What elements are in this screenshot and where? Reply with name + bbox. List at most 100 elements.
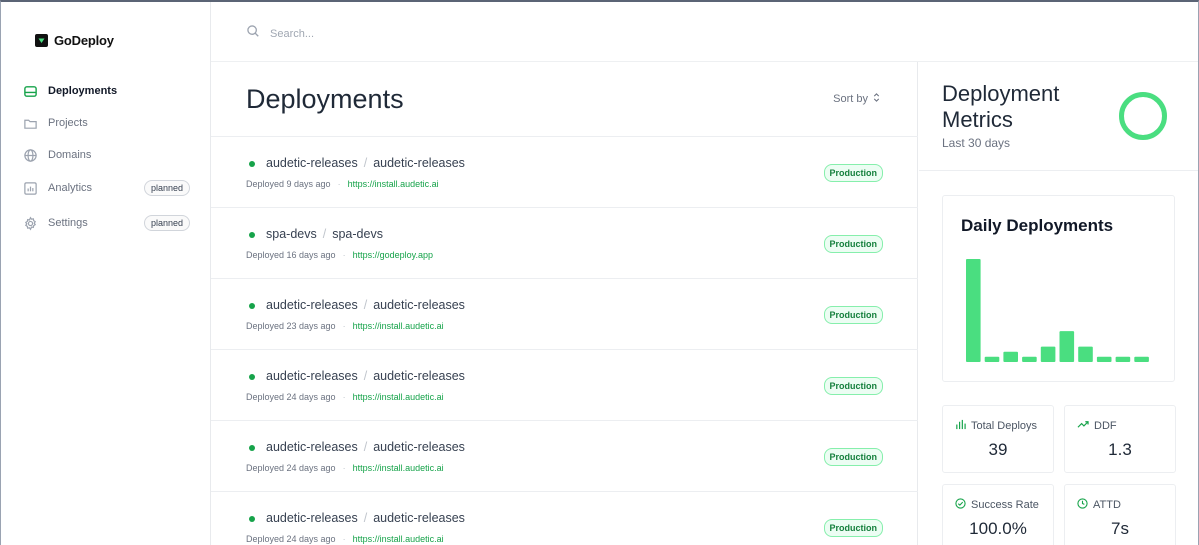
path-separator: / bbox=[363, 440, 368, 454]
globe-icon bbox=[22, 147, 38, 163]
godeploy-logo-icon bbox=[35, 34, 48, 47]
deployment-name: spa-devs / spa-devs bbox=[266, 227, 383, 241]
sort-label: Sort by bbox=[833, 93, 868, 105]
stat-value: 1.3 bbox=[1108, 440, 1132, 459]
deployment-project[interactable]: audetic-releases bbox=[373, 369, 465, 383]
search-input[interactable] bbox=[270, 27, 570, 40]
deployment-owner: audetic-releases bbox=[266, 440, 358, 454]
deployment-name: audetic-releases / audetic-releases bbox=[266, 298, 465, 312]
meta-separator: · bbox=[342, 534, 346, 544]
chart-bar-1 bbox=[966, 259, 981, 362]
deployment-name: audetic-releases / audetic-releases bbox=[266, 440, 465, 454]
sidebar-item-analytics[interactable]: Analytics planned bbox=[22, 174, 190, 202]
brand[interactable]: GoDeploy bbox=[35, 33, 114, 48]
deployment-name: audetic-releases / audetic-releases bbox=[266, 511, 465, 525]
chart-bar-8 bbox=[1096, 356, 1112, 362]
path-separator: / bbox=[363, 156, 368, 170]
metrics-title: Deployment Metrics bbox=[942, 81, 1060, 132]
meta-separator: · bbox=[342, 321, 346, 331]
chart-bar-3 bbox=[1003, 351, 1018, 362]
sort-button[interactable]: Sort by bbox=[833, 92, 881, 106]
deployment-row[interactable]: spa-devs / spa-devs Deployed 16 days ago · h… bbox=[211, 207, 918, 278]
deployment-url-link[interactable]: https://install.audetic.ai bbox=[353, 463, 444, 473]
status-dot bbox=[249, 445, 255, 451]
daily-deployments-chart bbox=[966, 259, 1149, 362]
sidebar-item-settings[interactable]: Settings planned bbox=[22, 209, 190, 237]
stat-card-success-rate: Success Rate 100.0% bbox=[942, 484, 1054, 545]
deployment-meta: Deployed 24 days ago · https://install.aud… bbox=[246, 534, 444, 544]
deployment-url-link[interactable]: https://install.audetic.ai bbox=[353, 534, 444, 544]
deployment-owner: audetic-releases bbox=[266, 511, 358, 525]
path-separator: / bbox=[363, 298, 368, 312]
stat-label-text: Success Rate bbox=[971, 499, 1039, 511]
stat-card-attd: ATTD 7s bbox=[1064, 484, 1176, 545]
deployment-name: audetic-releases / audetic-releases bbox=[266, 156, 465, 170]
sidebar-item-domains[interactable]: Domains bbox=[22, 141, 190, 169]
deployment-project[interactable]: audetic-releases bbox=[373, 156, 465, 170]
check-circle-icon bbox=[955, 498, 966, 512]
brand-name: GoDeploy bbox=[54, 33, 114, 48]
deployed-time: Deployed 16 days ago bbox=[246, 250, 336, 260]
sidebar-item-projects[interactable]: Projects bbox=[22, 109, 190, 137]
path-separator: / bbox=[363, 511, 368, 525]
meta-separator: · bbox=[342, 250, 346, 260]
status-dot bbox=[249, 232, 255, 238]
analytics-icon bbox=[22, 180, 38, 196]
daily-deployments-card: Daily Deployments bbox=[942, 195, 1175, 382]
deployment-row[interactable]: audetic-releases / audetic-releases Deploy… bbox=[211, 349, 918, 420]
deployment-project[interactable]: spa-devs bbox=[332, 227, 383, 241]
deployment-row[interactable]: audetic-releases / audetic-releases Deploy… bbox=[211, 136, 918, 207]
deployment-meta: Deployed 16 days ago · https://godeploy.ap… bbox=[246, 250, 433, 260]
deployed-time: Deployed 24 days ago bbox=[246, 392, 336, 402]
status-dot bbox=[249, 303, 255, 309]
chart-bar-9 bbox=[1115, 356, 1131, 362]
deployed-time: Deployed 24 days ago bbox=[246, 534, 336, 544]
deployments-panel: Deployments Sort by audetic-releases / aud… bbox=[211, 62, 918, 545]
deployed-time: Deployed 24 days ago bbox=[246, 463, 336, 473]
deployed-time: Deployed 23 days ago bbox=[246, 321, 336, 331]
path-separator: / bbox=[322, 227, 327, 241]
stat-label-text: DDF bbox=[1094, 420, 1117, 432]
deployment-url-link[interactable]: https://godeploy.app bbox=[353, 250, 433, 260]
planned-badge: planned bbox=[143, 215, 190, 231]
meta-separator: · bbox=[337, 179, 341, 189]
search-bar[interactable] bbox=[246, 24, 570, 43]
stat-value: 39 bbox=[988, 440, 1008, 459]
environment-badge: Production bbox=[823, 377, 883, 395]
deployment-row[interactable]: audetic-releases / audetic-releases Deploy… bbox=[211, 420, 918, 491]
deployment-url-link[interactable]: https://install.audetic.ai bbox=[353, 321, 444, 331]
deployment-owner: spa-devs bbox=[266, 227, 317, 241]
stat-card-ddf: DDF 1.3 bbox=[1064, 405, 1176, 473]
chart-bar-7 bbox=[1078, 346, 1093, 362]
sidebar-item-deployments[interactable]: Deployments bbox=[22, 77, 190, 105]
meta-separator: · bbox=[342, 463, 346, 473]
deployment-url-link[interactable]: https://install.audetic.ai bbox=[353, 392, 444, 402]
deployment-project[interactable]: audetic-releases bbox=[373, 440, 465, 454]
deployment-owner: audetic-releases bbox=[266, 156, 358, 170]
folder-icon bbox=[22, 115, 38, 131]
deployment-name: audetic-releases / audetic-releases bbox=[266, 369, 465, 383]
sidebar-item-label: Domains bbox=[48, 149, 92, 161]
metrics-subtitle: Last 30 days bbox=[942, 136, 1011, 150]
trending-up-icon bbox=[1077, 419, 1089, 433]
progress-ring-icon bbox=[1119, 92, 1167, 140]
page-title: Deployments bbox=[246, 84, 404, 114]
top-bar bbox=[211, 0, 1199, 62]
sidebar-item-label: Deployments bbox=[48, 85, 118, 97]
deployment-meta: Deployed 9 days ago · https://install.aude… bbox=[246, 179, 439, 189]
deployment-row[interactable]: audetic-releases / audetic-releases Deploy… bbox=[211, 491, 918, 545]
chart-bar-4 bbox=[1022, 356, 1037, 362]
deployment-url-link[interactable]: https://install.audetic.ai bbox=[348, 179, 439, 189]
deployment-project[interactable]: audetic-releases bbox=[373, 298, 465, 312]
stat-value: 100.0% bbox=[969, 519, 1027, 538]
status-dot bbox=[249, 161, 255, 167]
deployments-icon bbox=[22, 83, 38, 99]
deployment-row[interactable]: audetic-releases / audetic-releases Deploy… bbox=[211, 278, 918, 349]
status-dot bbox=[249, 516, 255, 522]
stat-label: DDF bbox=[1077, 419, 1117, 433]
environment-badge: Production bbox=[823, 306, 883, 324]
status-dot bbox=[249, 374, 255, 380]
deployment-project[interactable]: audetic-releases bbox=[373, 511, 465, 525]
sidebar-item-label: Settings bbox=[48, 217, 88, 229]
environment-badge: Production bbox=[823, 519, 883, 537]
